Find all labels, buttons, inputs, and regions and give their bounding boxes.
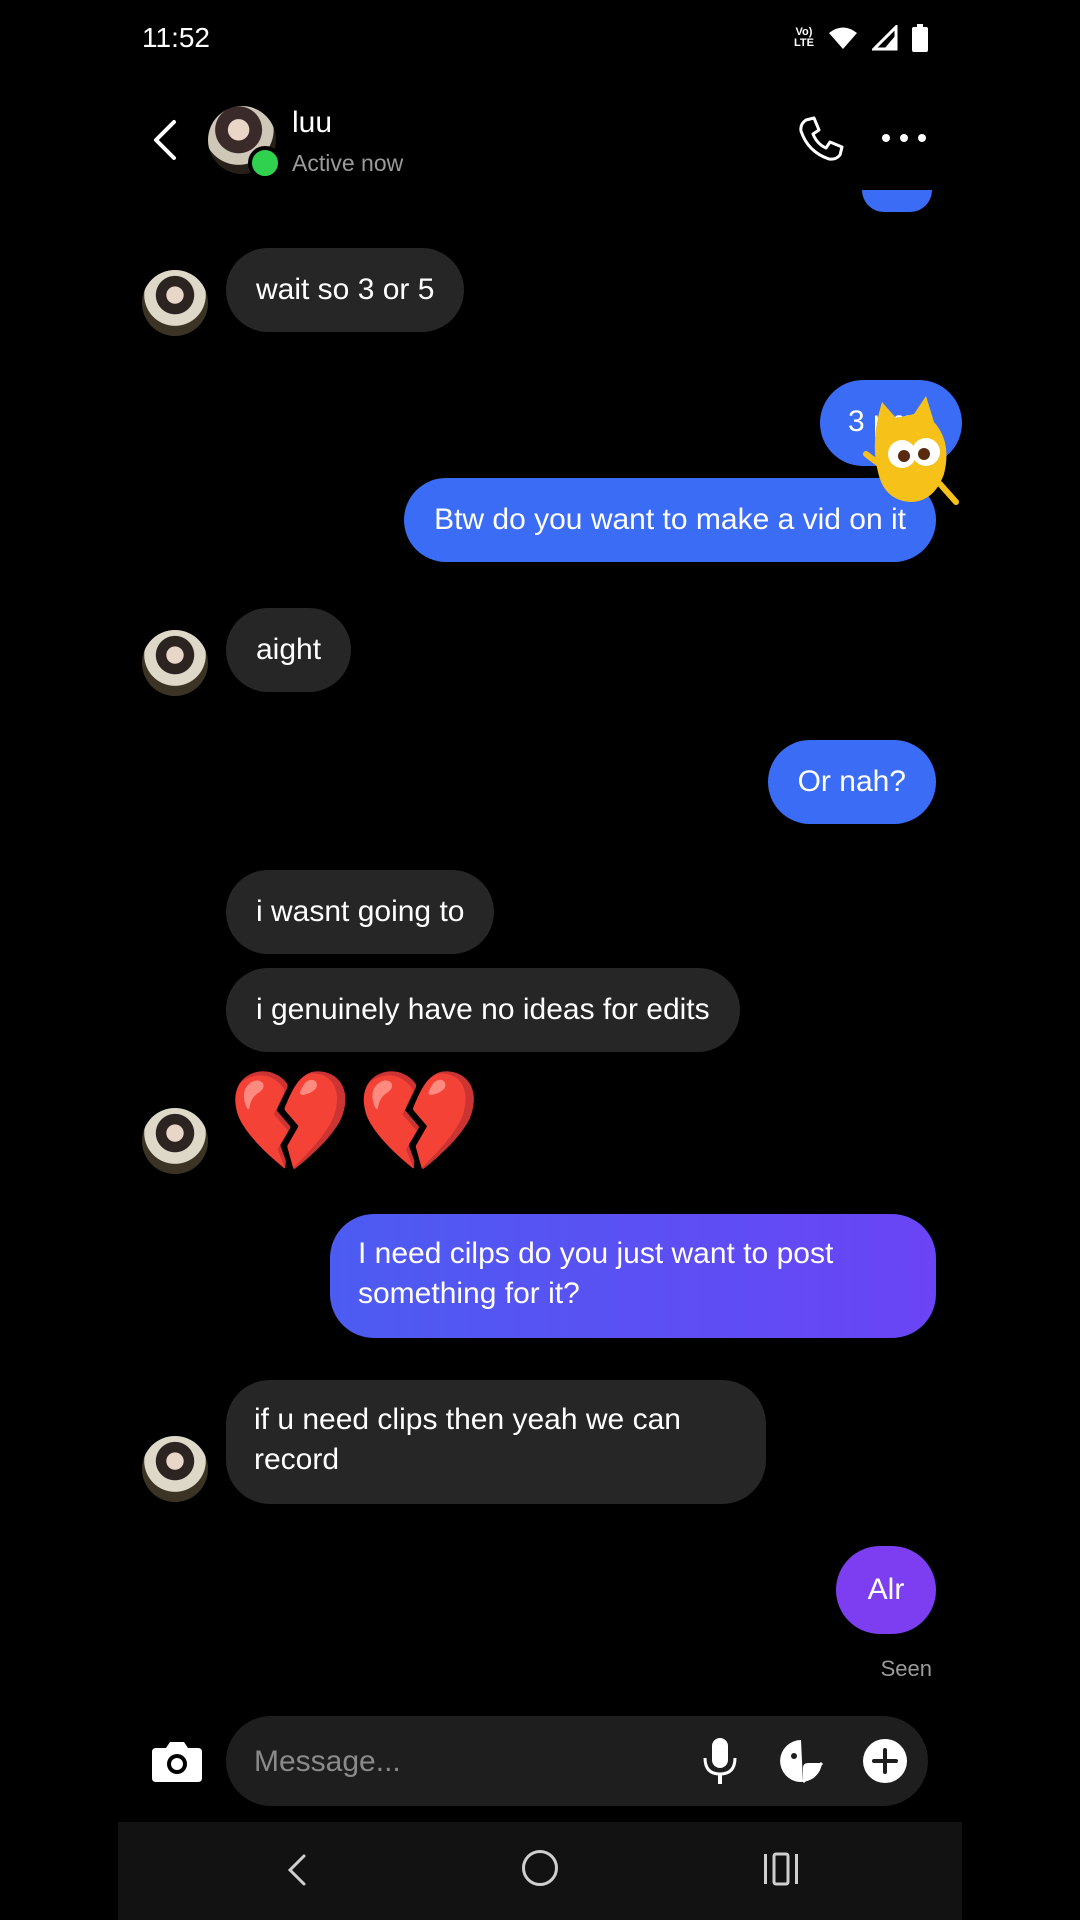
nav-recents-icon[interactable] <box>762 1852 800 1886</box>
message-bubble-received[interactable]: if u need clips then yeah we can record <box>226 1380 766 1504</box>
add-icon[interactable] <box>862 1738 908 1784</box>
sender-avatar[interactable] <box>142 1436 208 1502</box>
microphone-icon[interactable] <box>700 1736 740 1786</box>
seen-receipt: Seen <box>880 1656 932 1681</box>
previous-message-edge <box>862 190 932 212</box>
message-input[interactable] <box>252 1738 676 1786</box>
sender-avatar[interactable] <box>142 1108 208 1174</box>
message-bubble-received[interactable]: wait so 3 or 5 <box>226 248 465 332</box>
sender-avatar[interactable] <box>142 630 208 696</box>
volte-icon: Vo) LTE <box>794 26 814 49</box>
contact-status: Active now <box>292 150 404 176</box>
wifi-icon <box>828 27 857 49</box>
more-options-icon[interactable] <box>880 128 928 148</box>
nav-home-icon[interactable] <box>522 1850 558 1886</box>
phone-call-icon[interactable] <box>796 114 846 164</box>
back-button[interactable] <box>146 118 186 162</box>
online-indicator <box>248 146 282 180</box>
message-bubble-received[interactable]: i wasnt going to <box>226 870 495 954</box>
message-bubble-sent[interactable]: Btw do you want to make a vid on it <box>404 478 936 562</box>
mascot-sticker <box>863 396 959 505</box>
message-bubble-sent[interactable]: Alr <box>836 1546 936 1634</box>
status-time: 11:52 <box>142 22 210 53</box>
message-bubble-received[interactable]: aight <box>226 608 352 692</box>
message-bubble-received[interactable]: i genuinely have no ideas for edits <box>226 968 740 1052</box>
camera-icon[interactable] <box>150 1736 204 1786</box>
status-icons: Vo) LTE <box>794 24 928 52</box>
nav-back-icon[interactable] <box>282 1850 312 1890</box>
sender-avatar[interactable] <box>142 270 208 336</box>
signal-icon <box>871 25 898 51</box>
message-bubble-sent[interactable]: Or nah? <box>767 740 936 824</box>
emoji-message[interactable]: 💔💔 <box>228 1062 485 1182</box>
battery-icon <box>911 24 928 52</box>
contact-name[interactable]: luu <box>292 106 332 140</box>
sticker-icon[interactable] <box>778 1738 824 1784</box>
message-bubble-sent[interactable]: I need cilps do you just want to post so… <box>330 1214 936 1338</box>
